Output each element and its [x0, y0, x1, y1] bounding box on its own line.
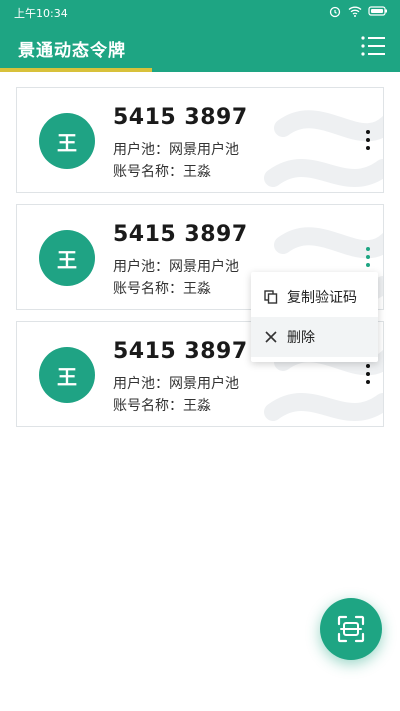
wifi-icon — [348, 6, 362, 17]
list-menu-icon[interactable] — [360, 34, 386, 58]
token-countdown-bar — [0, 68, 152, 72]
copy-icon — [264, 290, 278, 304]
account-name-label: 账号名称：王淼 — [113, 281, 211, 297]
more-vert-icon[interactable] — [359, 239, 377, 275]
account-name-label: 账号名称：王淼 — [113, 398, 211, 414]
account-card-1[interactable]: 王 5415 3897 用户池：网景用户池 账号名称：王淼 — [16, 87, 384, 193]
status-bar: 上午10:34 — [0, 0, 400, 24]
more-vert-icon[interactable] — [359, 122, 377, 158]
scan-icon — [337, 615, 365, 643]
user-pool-label: 用户池：网景用户池 — [113, 259, 239, 275]
account-name-label: 账号名称：王淼 — [113, 164, 211, 180]
otp-code: 5415 3897 — [113, 339, 248, 364]
status-icons — [328, 4, 388, 18]
avatar: 王 — [39, 113, 95, 169]
delete-label: 删除 — [287, 330, 315, 346]
avatar: 王 — [39, 347, 95, 403]
avatar: 王 — [39, 230, 95, 286]
battery-icon — [368, 6, 387, 16]
delete-menu-item[interactable]: 删除 — [251, 317, 378, 357]
user-pool-label: 用户池：网景用户池 — [113, 142, 239, 158]
copy-code-label: 复制验证码 — [287, 290, 357, 306]
app-header: 上午10:34 景通动态令牌 — [0, 0, 400, 72]
user-pool-label: 用户池：网景用户池 — [113, 376, 239, 392]
copy-code-menu-item[interactable]: 复制验证码 — [251, 277, 378, 317]
otp-code: 5415 3897 — [113, 222, 248, 247]
scan-button[interactable] — [320, 598, 382, 660]
close-icon — [265, 331, 277, 343]
card-action-menu: 复制验证码 删除 — [251, 272, 378, 362]
alarm-icon — [329, 6, 341, 18]
app-title: 景通动态令牌 — [18, 41, 126, 61]
otp-code: 5415 3897 — [113, 105, 248, 130]
status-time: 上午10:34 — [14, 7, 68, 20]
